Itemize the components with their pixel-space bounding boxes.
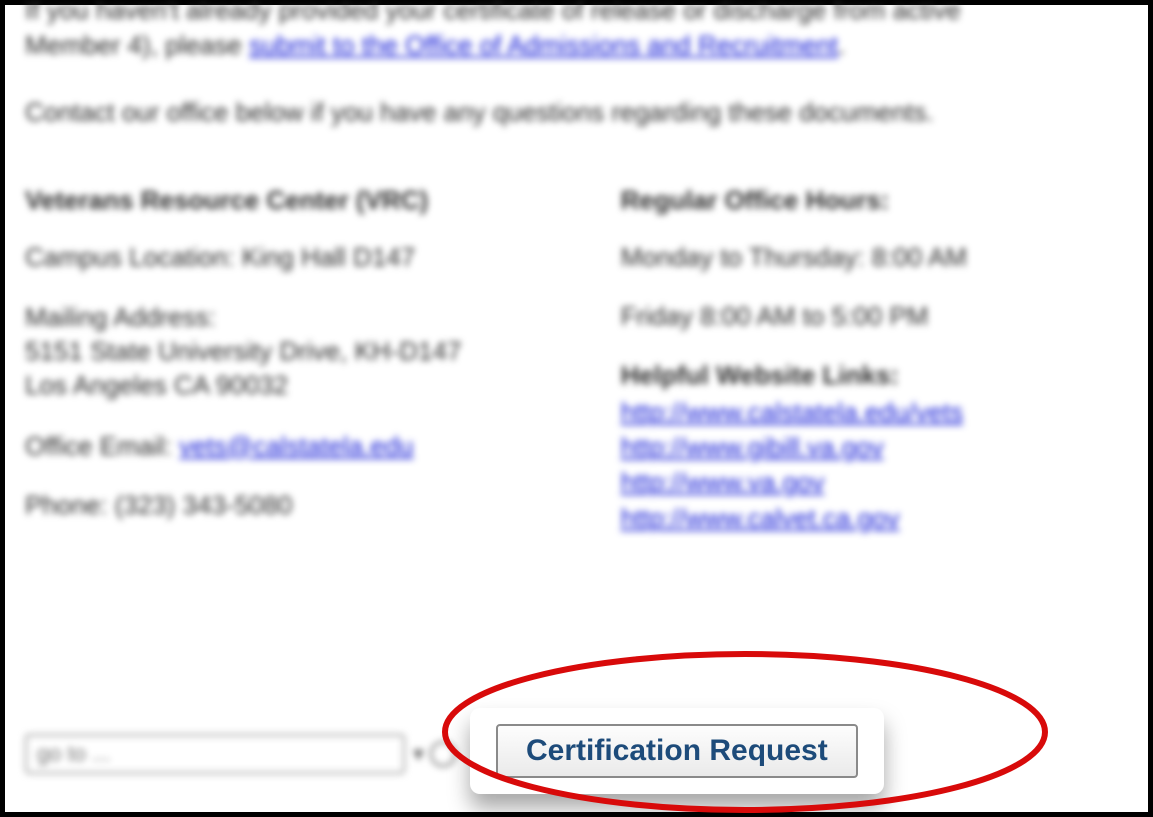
mailing-address-block: Mailing Address: 5151 State University D… <box>25 301 621 402</box>
mailing-line-1: 5151 State University Drive, KH-D147 <box>25 335 621 369</box>
email-label: Office Email: <box>25 431 179 461</box>
contact-line: Contact our office below if you have any… <box>25 95 1128 130</box>
campus-location: Campus Location: King Hall D147 <box>25 242 621 273</box>
submit-admissions-link[interactable]: submit to the Office of Admissions and R… <box>249 30 838 60</box>
mailing-line-2: Los Angeles CA 90032 <box>25 369 621 403</box>
goto-icon-group: ▾ <box>405 741 456 767</box>
hours-line-2: Friday 8:00 AM to 5:00 PM <box>621 301 1128 332</box>
helpful-links: http://www.calstatela.edu/vets http://ww… <box>621 395 1128 535</box>
blurred-content: If you haven't already provided your cer… <box>25 0 1128 549</box>
intro-paragraphs: If you haven't already provided your cer… <box>25 0 1128 130</box>
link-gibill[interactable]: http://www.gibill.va.gov <box>621 430 1128 465</box>
go-icon[interactable] <box>430 741 456 767</box>
office-hours: Monday to Thursday: 8:00 AM Friday 8:00 … <box>621 242 1128 332</box>
intro-line-2-suffix: . <box>838 30 845 60</box>
vrc-title: Veterans Resource Center (VRC) <box>25 185 621 216</box>
intro-line-2-prefix: Member 4), please <box>25 30 249 60</box>
intro-line-1: If you haven't already provided your cer… <box>25 0 961 25</box>
hours-line-1: Monday to Thursday: 8:00 AM <box>621 242 1128 273</box>
hours-links-column: Regular Office Hours: Monday to Thursday… <box>621 185 1128 548</box>
link-calvet[interactable]: http://www.calvet.ca.gov <box>621 501 1128 536</box>
phone-line: Phone: (323) 343-5080 <box>25 490 621 521</box>
office-email-link[interactable]: vets@calstatela.edu <box>179 431 414 461</box>
goto-input[interactable] <box>25 734 405 774</box>
office-hours-title: Regular Office Hours: <box>621 185 1128 216</box>
link-va[interactable]: http://www.va.gov <box>621 465 1128 500</box>
goto-wrap: ▾ <box>25 734 456 774</box>
helpful-links-title: Helpful Website Links: <box>621 360 1128 391</box>
mailing-label: Mailing Address: <box>25 301 621 335</box>
dropdown-icon[interactable]: ▾ <box>413 741 424 767</box>
document-frame: If you haven't already provided your cer… <box>0 0 1153 817</box>
vrc-column: Veterans Resource Center (VRC) Campus Lo… <box>25 185 621 548</box>
office-email-block: Office Email: vets@calstatela.edu <box>25 431 621 462</box>
certification-request-button[interactable]: Certification Request <box>496 724 858 778</box>
info-columns: Veterans Resource Center (VRC) Campus Lo… <box>25 185 1128 548</box>
link-calstatela-vets[interactable]: http://www.calstatela.edu/vets <box>621 395 1128 430</box>
certification-request-panel: Certification Request <box>470 708 884 794</box>
